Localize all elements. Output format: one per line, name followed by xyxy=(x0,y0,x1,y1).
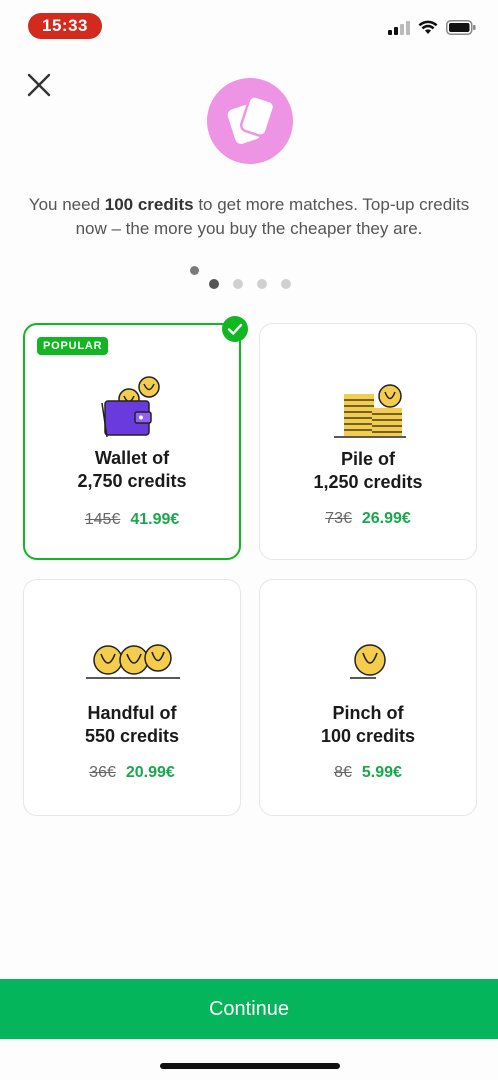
battery-icon xyxy=(446,20,476,35)
new-price: 5.99€ xyxy=(361,764,402,781)
wifi-icon xyxy=(418,20,438,34)
coin-pile-icon xyxy=(334,384,406,438)
card-title-line1: Pile of xyxy=(340,449,395,469)
old-price: 145€ xyxy=(84,511,121,528)
card-title-line2: 100 credits xyxy=(320,726,416,746)
old-price: 36€ xyxy=(89,764,116,781)
credits-cards-icon xyxy=(207,78,293,164)
card-title-line1: Pinch of xyxy=(332,703,404,723)
old-price: 73€ xyxy=(325,510,352,527)
home-indicator[interactable] xyxy=(160,1063,340,1069)
close-button[interactable] xyxy=(24,70,54,100)
pager-dot[interactable] xyxy=(257,279,267,289)
card-title-line1: Handful of xyxy=(87,703,177,723)
popular-badge: POPULAR xyxy=(37,337,109,355)
selected-check-icon xyxy=(222,316,248,342)
status-icons xyxy=(388,20,476,35)
pager-dot-indicator xyxy=(190,266,199,275)
close-icon xyxy=(27,73,51,97)
intro-text: You need 100 credits to get more matches… xyxy=(16,193,482,241)
status-bar: 15:33 xyxy=(0,0,498,50)
status-time: 15:33 xyxy=(28,13,102,39)
credit-pack-card-pile[interactable]: Pile of 1,250 credits 73€ 26.99€ xyxy=(259,323,477,560)
card-title-line1: Wallet of xyxy=(94,448,170,468)
single-coin-icon xyxy=(350,644,386,679)
credit-pack-card-wallet[interactable]: POPULAR Wallet of 2,750 credits 145€ 41.9… xyxy=(23,316,248,560)
intro-prefix: You need xyxy=(28,195,105,214)
pager-dot[interactable] xyxy=(281,279,291,289)
pager-dot[interactable] xyxy=(233,279,243,289)
coin-handful-icon xyxy=(86,644,180,679)
pager-dots xyxy=(0,266,498,292)
continue-button[interactable]: Continue xyxy=(0,979,498,1039)
pager-dot[interactable] xyxy=(209,279,219,289)
wallet-icon xyxy=(101,376,160,438)
intro-credits-amount: 100 credits xyxy=(104,195,194,214)
credit-pack-card-pinch[interactable]: Pinch of 100 credits 8€ 5.99€ xyxy=(259,579,477,816)
old-price: 8€ xyxy=(334,764,352,781)
credit-pack-card-handful[interactable]: Handful of 550 credits 36€ 20.99€ xyxy=(23,579,241,816)
new-price: 20.99€ xyxy=(125,764,175,781)
signal-icon xyxy=(388,20,410,35)
card-title-line2: 1,250 credits xyxy=(313,472,423,492)
card-title-line2: 2,750 credits xyxy=(77,471,187,491)
new-price: 41.99€ xyxy=(130,511,180,528)
new-price: 26.99€ xyxy=(361,510,411,527)
card-title-line2: 550 credits xyxy=(84,726,180,746)
